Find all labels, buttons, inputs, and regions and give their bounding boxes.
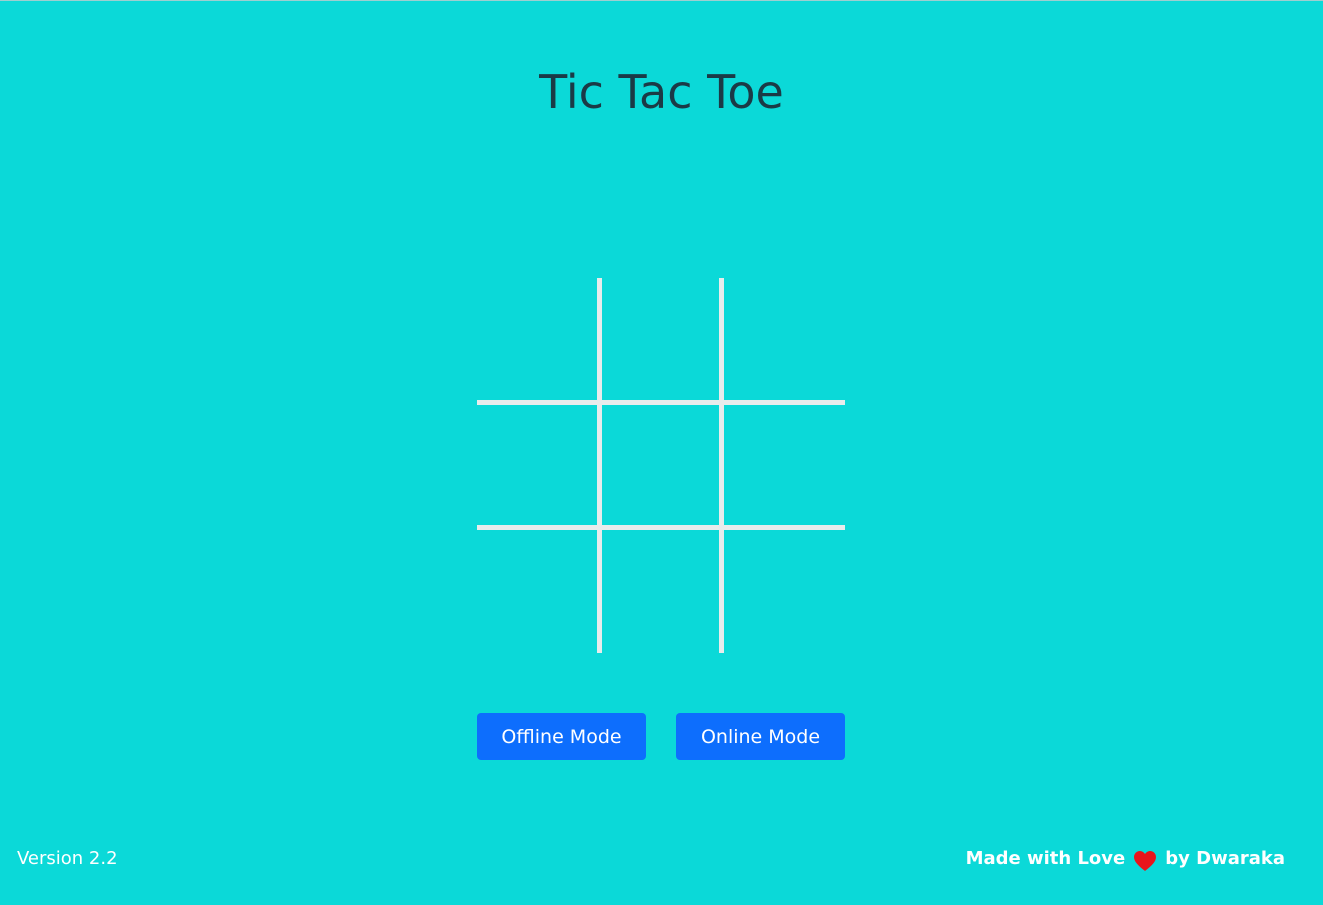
board-cell-6[interactable] [723,404,845,528]
board-cell-5[interactable] [601,404,723,528]
board-cell-9[interactable] [723,529,845,653]
version-label: Version 2.2 [17,848,118,869]
grid-line-vertical-1 [597,278,602,653]
board-cell-2[interactable] [601,278,723,402]
online-mode-button[interactable]: Online Mode [676,713,845,760]
page-title: Tic Tac Toe [539,65,784,119]
grid-line-horizontal-2 [477,525,845,530]
board-cell-3[interactable] [723,278,845,402]
author-label: by Dwaraka [1165,848,1285,869]
board-cell-1[interactable] [477,278,599,402]
offline-mode-button[interactable]: Offline Mode [477,713,646,760]
grid-line-vertical-2 [719,278,724,653]
board-cell-7[interactable] [477,529,599,653]
heart-icon [1133,850,1157,872]
made-with-label: Made with Love [965,848,1126,869]
top-border [0,0,1323,1]
grid-line-horizontal-1 [477,400,845,405]
credit-footer: Made with Love by Dwaraka [966,846,1285,872]
board-cell-8[interactable] [601,529,723,653]
game-board [477,278,845,653]
board-cell-4[interactable] [477,404,599,528]
